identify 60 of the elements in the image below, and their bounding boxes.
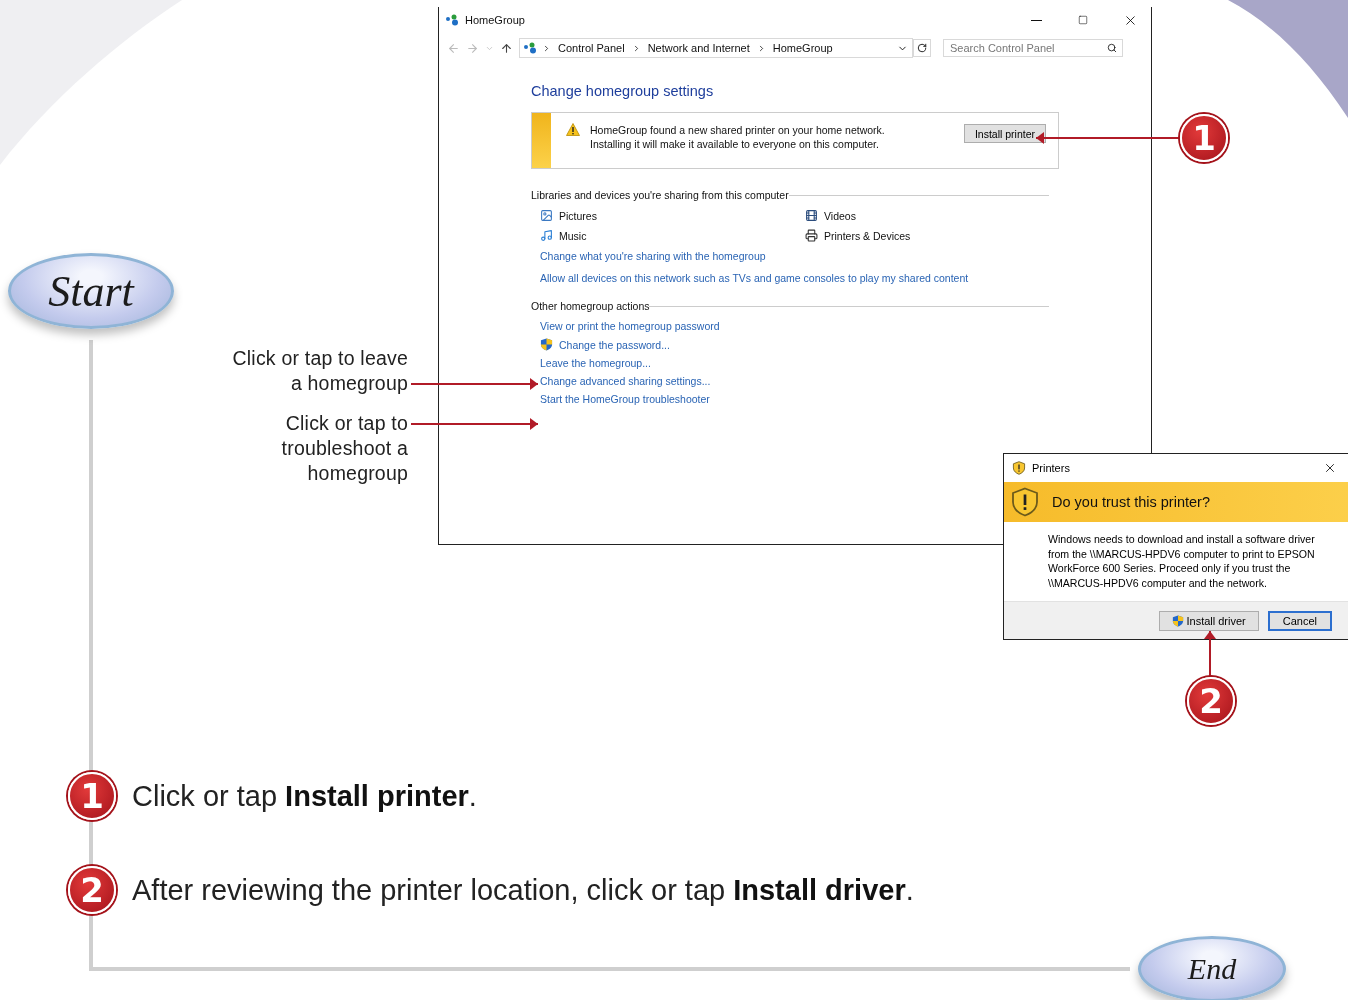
close-icon — [1323, 461, 1337, 475]
back-button[interactable] — [447, 41, 460, 55]
shield-icon — [540, 338, 553, 351]
callout-number: 1 — [1180, 114, 1228, 162]
shield-warning-icon — [1010, 487, 1040, 517]
dialog-button[interactable]: Install driver — [1159, 610, 1259, 631]
refresh-button[interactable] — [913, 39, 931, 57]
shared-item-label: Pictures — [559, 209, 597, 222]
step-number: 1 — [68, 772, 116, 820]
up-button[interactable] — [500, 41, 513, 55]
start-label: Start — [8, 253, 174, 329]
window-title: HomeGroup — [465, 14, 526, 26]
film-icon — [805, 209, 818, 222]
forward-button[interactable] — [466, 41, 479, 55]
warning-icon — [566, 123, 580, 136]
section-title: Other homegroup actions — [531, 300, 650, 312]
printer-icon — [805, 229, 818, 242]
shared-item-label: Printers & Devices — [824, 229, 911, 242]
link[interactable]: Allow all devices on this network such as TVs and game consoles to play my shared content — [540, 272, 969, 284]
link[interactable]: Leave the homegroup... — [540, 357, 651, 369]
step-text: After reviewing the printer location, click or tap Install driver. — [132, 873, 914, 907]
picture-icon — [540, 209, 553, 222]
dialog-message: Windows needs to download and install a software driver from the \\MARCUS-HPDV6 computer to print to EPSON WorkForce 600 Series. Proceed only if you trust the \\MARCUS-HPDV6 computer and the network. — [1048, 533, 1315, 589]
maximize-icon — [1078, 15, 1088, 25]
section-title: Libraries and devices you're sharing from this computer — [531, 189, 789, 201]
dialog-button[interactable]: Cancel — [1267, 610, 1332, 631]
shield-warning-icon — [1012, 461, 1026, 475]
callout-number: 2 — [1187, 677, 1235, 725]
chevron-icon — [542, 43, 551, 53]
pointer-arrow — [1204, 630, 1216, 678]
music-note-icon — [540, 229, 553, 242]
install-printer-button[interactable]: Install printer — [963, 124, 1046, 143]
step-number: 2 — [68, 866, 116, 914]
dialog-question: Do you trust this printer? — [1052, 494, 1210, 510]
search-icon — [1107, 43, 1117, 53]
step-text: Click or tap Install printer. — [132, 779, 477, 813]
caption-text: Click or tap to troubleshoot a homegroup — [281, 411, 408, 486]
shared-item-label: Music — [559, 229, 587, 242]
refresh-icon — [917, 43, 927, 53]
link[interactable]: Change what you're sharing with the homegroup — [540, 250, 766, 262]
homegroup-icon — [446, 14, 460, 26]
breadcrumb-item[interactable]: HomeGroup — [769, 42, 836, 54]
end-label: End — [1138, 936, 1286, 1000]
link[interactable]: Change the password... — [559, 338, 670, 351]
notification-text: HomeGroup found a new shared printer on your home network. Installing it will make it available to everyone on this computer. — [590, 123, 885, 152]
address-bar[interactable]: Control Panel Network and Internet HomeGroup — [519, 38, 913, 58]
minimize-icon — [1030, 19, 1042, 21]
page-heading: Change homegroup settings — [531, 83, 715, 99]
link[interactable]: Start the HomeGroup troubleshooter — [540, 393, 710, 405]
notice-accent-bar — [532, 113, 551, 168]
link[interactable]: View or print the homegroup password — [540, 320, 720, 332]
homegroup-icon — [524, 42, 538, 54]
shared-item-label: Videos — [824, 209, 856, 222]
breadcrumb-item[interactable]: Control Panel — [555, 42, 628, 54]
link[interactable]: Change advanced sharing settings... — [540, 375, 711, 387]
breadcrumb-item[interactable]: Network and Internet — [644, 42, 753, 54]
caption-text: Click or tap to leave a homegroup — [232, 346, 408, 396]
search-field[interactable]: Search Control Panel — [943, 39, 1123, 57]
shield-icon — [1172, 614, 1185, 627]
dialog-title: Printers — [1032, 462, 1071, 474]
